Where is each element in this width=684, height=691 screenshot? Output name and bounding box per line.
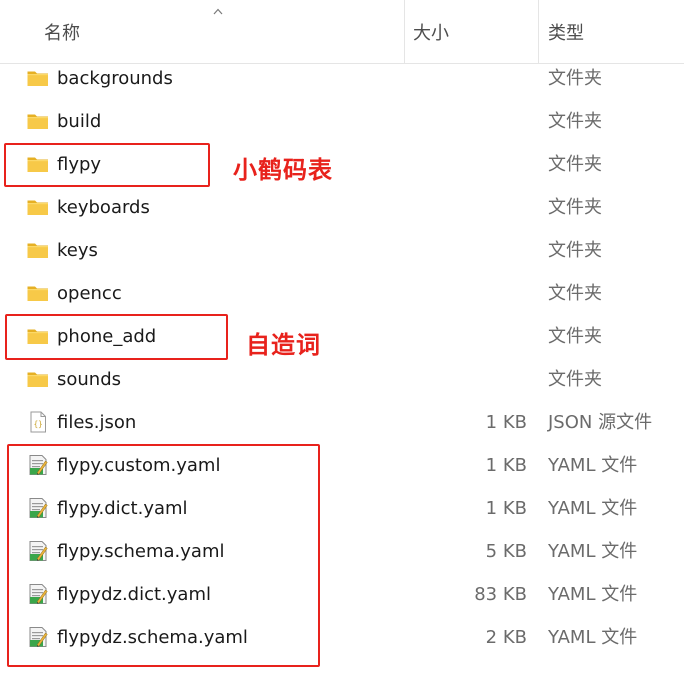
file-type: YAML 文件 (548, 455, 638, 476)
column-header-size[interactable]: 大小 (404, 0, 538, 64)
column-header-type[interactable]: 类型 (538, 0, 684, 64)
file-type: 文件夹 (548, 154, 602, 175)
file-name: sounds (57, 369, 122, 390)
file-row[interactable]: keyboards 文件夹 (0, 186, 684, 229)
file-row[interactable]: backgrounds 文件夹 (0, 57, 684, 100)
file-name: opencc (57, 283, 122, 304)
file-row[interactable]: sounds 文件夹 (0, 358, 684, 401)
folder-icon (26, 238, 50, 262)
file-row[interactable]: opencc 文件夹 (0, 272, 684, 315)
file-type: 文件夹 (548, 68, 602, 89)
highlight-box-phone-add (5, 314, 228, 360)
file-size: 1 KB (485, 412, 527, 433)
folder-icon (26, 281, 50, 305)
folder-icon (26, 66, 50, 90)
file-type: 文件夹 (548, 326, 602, 347)
column-header-bar: 名称 大小 类型 (0, 0, 684, 64)
file-row[interactable]: {} files.json 1 KB JSON 源文件 (0, 401, 684, 444)
file-size: 2 KB (485, 627, 527, 648)
file-size: 1 KB (485, 455, 527, 476)
file-size: 1 KB (485, 498, 527, 519)
file-type: YAML 文件 (548, 627, 638, 648)
annotation-phone-add: 自造词 (246, 331, 321, 359)
file-type: 文件夹 (548, 369, 602, 390)
file-size: 5 KB (485, 541, 527, 562)
file-type: 文件夹 (548, 111, 602, 132)
file-name: backgrounds (57, 68, 173, 89)
file-type: YAML 文件 (548, 584, 638, 605)
highlight-box-flypy (4, 143, 210, 187)
file-type: 文件夹 (548, 283, 602, 304)
folder-icon (26, 367, 50, 391)
file-name: build (57, 111, 102, 132)
file-row[interactable]: build 文件夹 (0, 100, 684, 143)
file-type: 文件夹 (548, 197, 602, 218)
folder-icon (26, 109, 50, 133)
file-type: JSON 源文件 (548, 412, 653, 433)
file-name: keyboards (57, 197, 150, 218)
file-name: keys (57, 240, 98, 261)
annotation-flypy: 小鹤码表 (233, 156, 333, 184)
file-row[interactable]: keys 文件夹 (0, 229, 684, 272)
json-file-icon: {} (26, 410, 50, 434)
file-size: 83 KB (474, 584, 527, 605)
file-type: YAML 文件 (548, 541, 638, 562)
file-type: 文件夹 (548, 240, 602, 261)
highlight-box-yaml-files (7, 444, 320, 667)
svg-text:{}: {} (34, 420, 43, 429)
column-header-name[interactable]: 名称 (0, 0, 404, 64)
folder-icon (26, 195, 50, 219)
file-type: YAML 文件 (548, 498, 638, 519)
file-name: files.json (57, 412, 137, 433)
